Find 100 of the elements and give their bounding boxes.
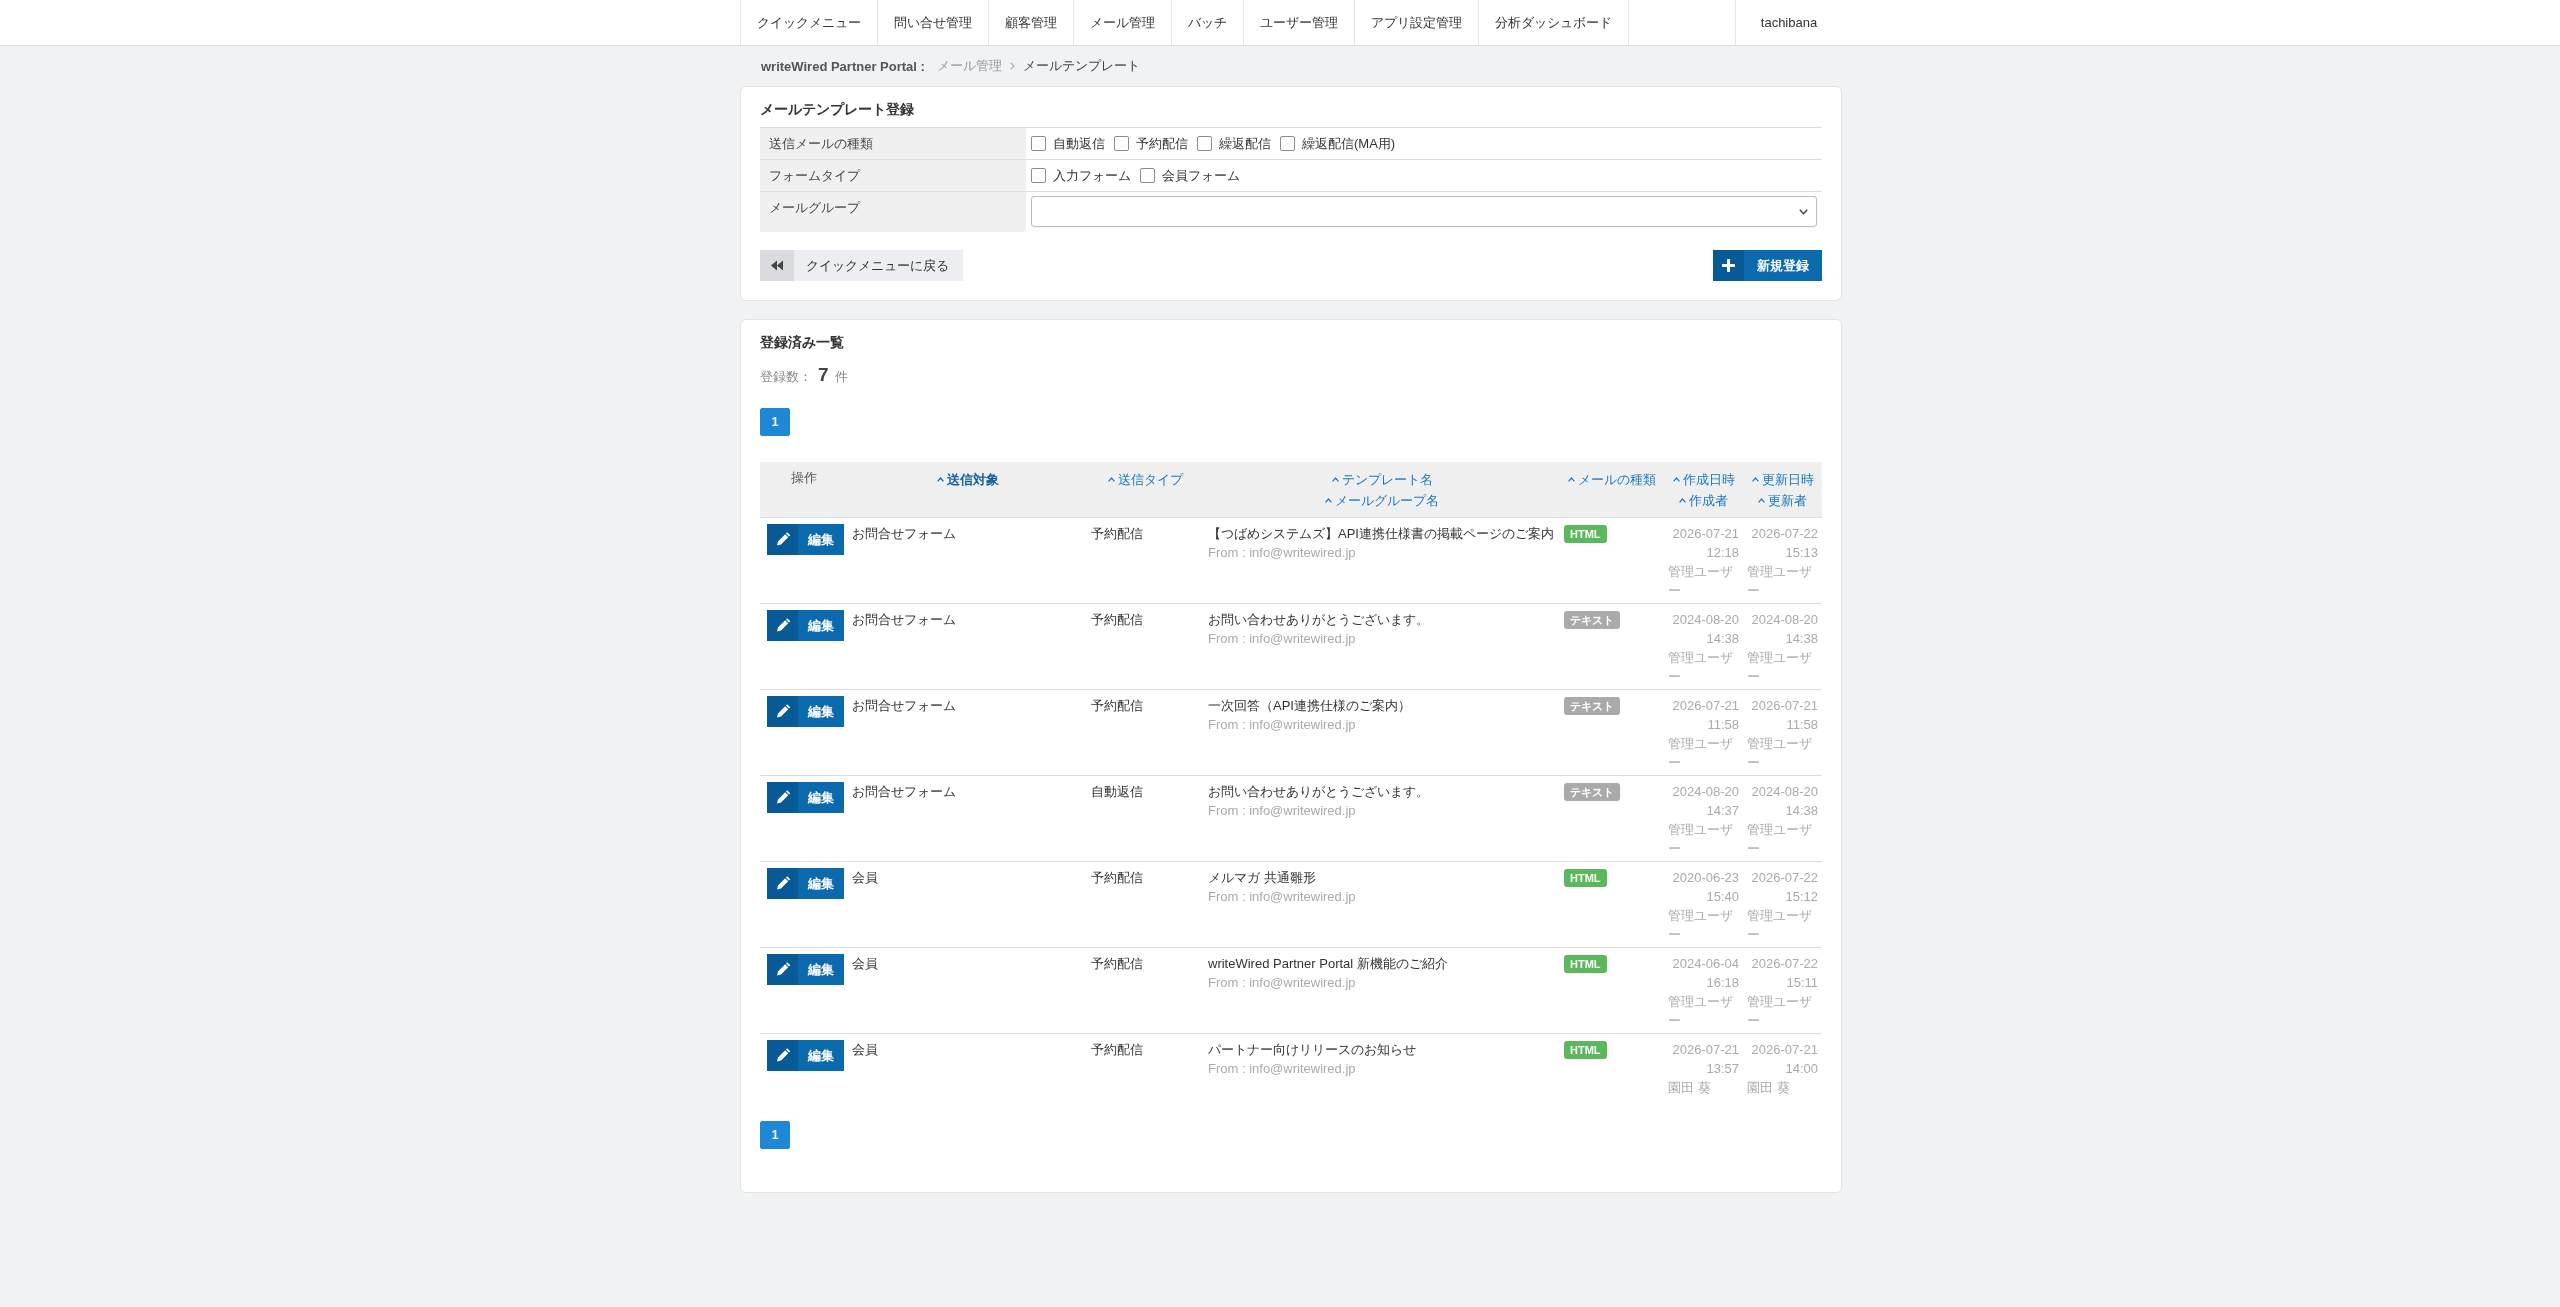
sort-caret-icon — [1751, 477, 1759, 482]
mail-type-badge: HTML — [1564, 869, 1607, 887]
form-label: フォームタイプ — [760, 159, 1026, 192]
sort-link[interactable]: 作成日時 — [1672, 470, 1735, 489]
edit-button[interactable]: 編集 — [767, 696, 844, 727]
back-button[interactable]: クイックメニューに戻る — [760, 250, 963, 281]
send-type: 予約配信 — [1091, 1042, 1143, 1057]
sort-caret-icon — [936, 477, 944, 482]
created-datetime: 2020-06-23 15:40 — [1671, 869, 1739, 906]
updated-by: 管理ユーザー — [1747, 735, 1813, 772]
sort-link[interactable]: 作成者 — [1679, 491, 1728, 510]
checkbox-label[interactable]: 会員フォーム — [1162, 167, 1240, 184]
sender-address: From : info@writewired.jp — [1208, 802, 1357, 820]
template-name: お問い合わせありがとうございます。 — [1208, 611, 1430, 629]
sender-address: From : info@writewired.jp — [1208, 716, 1357, 734]
created-by: 管理ユーザー — [1668, 907, 1734, 944]
send-target: お問合せフォーム — [852, 698, 956, 713]
sort-link[interactable]: 送信対象 — [936, 470, 999, 489]
checkbox[interactable] — [1197, 136, 1212, 151]
nav-menu-item[interactable]: ユーザー管理 — [1243, 0, 1354, 45]
breadcrumb-link[interactable]: メールテンプレート — [1022, 57, 1140, 75]
created-datetime: 2026-07-21 11:58 — [1671, 697, 1739, 734]
mail-type-badge: HTML — [1564, 955, 1607, 973]
send-target: 会員 — [852, 956, 878, 971]
checkbox-label[interactable]: 繰返配信(MA用) — [1302, 135, 1396, 152]
updated-by: 園田 葵 — [1747, 1079, 1791, 1097]
nav-menu-item[interactable]: 問い合せ管理 — [877, 0, 988, 45]
new-register-button[interactable]: 新規登録 — [1713, 250, 1822, 281]
sort-link[interactable]: 更新者 — [1758, 491, 1807, 510]
checkbox-label[interactable]: 自動返信 — [1053, 135, 1105, 152]
template-name: 【つばめシステムズ】API連携仕様書の掲載ページのご案内 — [1208, 525, 1555, 543]
count-label: 登録数： — [760, 368, 812, 386]
send-type: 予約配信 — [1091, 870, 1143, 885]
sender-address: From : info@writewired.jp — [1208, 1060, 1357, 1078]
edit-button[interactable]: 編集 — [767, 954, 844, 985]
send-type: 予約配信 — [1091, 612, 1143, 627]
checkbox-label[interactable]: 繰返配信 — [1219, 135, 1271, 152]
nav-menu-item[interactable]: バッチ — [1171, 0, 1243, 45]
nav-menu-item[interactable]: アプリ設定管理 — [1354, 0, 1478, 45]
sort-link[interactable]: 更新日時 — [1751, 470, 1814, 489]
nav-menu-item[interactable]: 顧客管理 — [988, 0, 1073, 45]
panel-title: メールテンプレート登録 — [760, 100, 915, 119]
template-name: writeWired Partner Portal 新機能のご紹介 — [1208, 955, 1449, 973]
pencil-icon — [767, 782, 798, 813]
mail-type-badge: HTML — [1564, 1041, 1607, 1059]
sender-address: From : info@writewired.jp — [1208, 974, 1357, 992]
pencil-icon — [767, 696, 798, 727]
form-label: 送信メールの種類 — [760, 127, 1026, 160]
send-target: 会員 — [852, 870, 878, 885]
nav-menu-item[interactable]: クイックメニュー — [740, 0, 877, 45]
checkbox-label[interactable]: 予約配信 — [1136, 135, 1188, 152]
sort-caret-icon — [1758, 498, 1765, 503]
checkbox[interactable] — [1114, 136, 1129, 151]
pencil-icon — [767, 954, 798, 985]
send-target: お問合せフォーム — [852, 612, 956, 627]
created-datetime: 2026-07-21 13:57 — [1671, 1041, 1739, 1078]
updated-datetime: 2026-07-21 14:00 — [1750, 1041, 1818, 1078]
sort-link[interactable]: メールの種類 — [1568, 470, 1656, 489]
chevron-down-icon — [1799, 208, 1808, 215]
sort-link[interactable]: 送信タイプ — [1108, 470, 1183, 489]
send-type: 予約配信 — [1091, 526, 1143, 541]
created-datetime: 2024-08-20 14:37 — [1671, 783, 1739, 820]
created-datetime: 2026-07-21 12:18 — [1671, 525, 1739, 562]
edit-button[interactable]: 編集 — [767, 1040, 844, 1071]
plus-icon — [1713, 250, 1744, 281]
edit-button[interactable]: 編集 — [767, 524, 844, 555]
edit-button[interactable]: 編集 — [767, 868, 844, 899]
sort-caret-icon — [1108, 477, 1115, 482]
updated-datetime: 2024-08-20 14:38 — [1750, 611, 1818, 648]
sort-caret-icon — [1679, 498, 1686, 503]
checkbox[interactable] — [1031, 168, 1046, 183]
checkbox[interactable] — [1140, 168, 1155, 183]
page-button[interactable]: 1 — [760, 408, 790, 436]
updated-datetime: 2026-07-22 15:12 — [1750, 869, 1818, 906]
site-name: writeWired Partner Portal : — [761, 58, 925, 74]
send-type: 自動返信 — [1091, 784, 1143, 799]
sort-link[interactable]: メールグループ名 — [1325, 491, 1439, 510]
sort-caret-icon — [1325, 498, 1332, 503]
nav-menu-item[interactable]: メール管理 — [1073, 0, 1171, 45]
checkbox[interactable] — [1280, 136, 1295, 151]
count-value: 7 — [818, 363, 829, 387]
checkbox[interactable] — [1031, 136, 1046, 151]
page-button[interactable]: 1 — [760, 1121, 790, 1149]
user-menu[interactable]: tachibana — [1735, 0, 1842, 45]
rewind-icon — [760, 250, 794, 281]
updated-datetime: 2026-07-22 15:13 — [1750, 525, 1818, 562]
edit-button[interactable]: 編集 — [767, 782, 844, 813]
sort-link[interactable]: テンプレート名 — [1331, 470, 1433, 489]
send-type: 予約配信 — [1091, 956, 1143, 971]
pencil-icon — [767, 868, 798, 899]
select-field[interactable] — [1031, 196, 1817, 227]
pencil-icon — [767, 1040, 798, 1071]
template-name: メルマガ 共通雛形 — [1208, 869, 1317, 887]
nav-menu-item[interactable]: 分析ダッシュボード — [1478, 0, 1628, 45]
updated-by: 管理ユーザー — [1747, 993, 1813, 1030]
checkbox-label[interactable]: 入力フォーム — [1053, 167, 1131, 184]
mail-type-badge: テキスト — [1564, 611, 1620, 629]
updated-by: 管理ユーザー — [1747, 821, 1813, 858]
edit-button[interactable]: 編集 — [767, 610, 844, 641]
mail-type-badge: テキスト — [1564, 783, 1620, 801]
